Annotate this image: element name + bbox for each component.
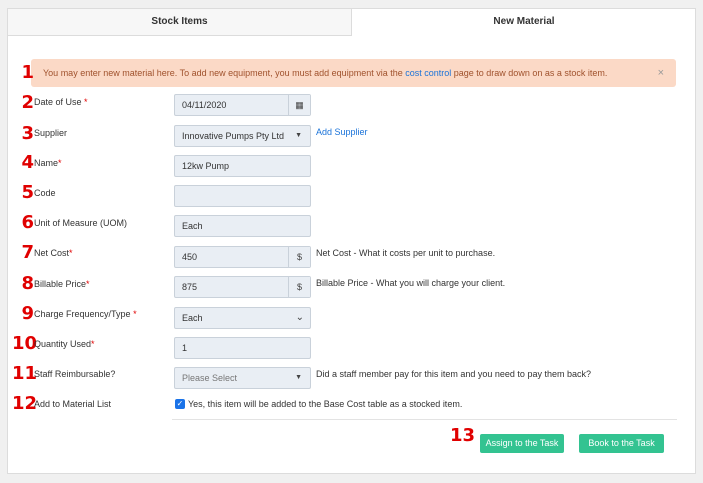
supplier-label: Supplier xyxy=(34,128,68,138)
marker-4: 4 xyxy=(21,152,34,173)
date-label-text: Date of Use xyxy=(34,97,82,107)
net-cost-label-text: Net Cost xyxy=(34,248,70,258)
name-label-text: Name xyxy=(34,158,59,168)
quantity-input[interactable]: 1 xyxy=(174,337,311,359)
tab-new-material[interactable]: New Material xyxy=(353,9,695,36)
billable-price-help: Billable Price - What you will charge yo… xyxy=(316,278,506,288)
qty-label-text: Quantity Used xyxy=(34,339,92,349)
date-value: 04/11/2020 xyxy=(182,100,227,110)
alert-text-before: You may enter new material here. To add … xyxy=(43,68,406,78)
caret-down-icon: ▼ xyxy=(295,132,302,139)
required-mark: * xyxy=(69,248,73,258)
marker-1: 1 xyxy=(21,62,34,83)
divider xyxy=(172,419,677,420)
billable-label-text: Billable Price xyxy=(34,279,87,289)
charge-frequency-label: Charge Frequency/Type * xyxy=(34,309,137,319)
add-material-checkbox-label: Yes, this item will be added to the Base… xyxy=(188,399,463,409)
quantity-label: Quantity Used* xyxy=(34,339,95,349)
net-cost-label: Net Cost* xyxy=(34,248,73,258)
marker-10: 10 xyxy=(12,333,38,354)
charge-value: Each xyxy=(182,313,203,323)
required-mark: * xyxy=(84,97,88,107)
charge-frequency-select[interactable]: Each ⌄ xyxy=(174,307,311,329)
tab-stock-items[interactable]: Stock Items xyxy=(8,9,352,36)
required-mark: * xyxy=(58,158,62,168)
assign-to-task-button[interactable]: Assign to the Task xyxy=(480,434,564,453)
net-cost-input[interactable]: 450 $ xyxy=(174,246,311,268)
code-label: Code xyxy=(34,188,56,198)
uom-input[interactable]: Each xyxy=(174,215,311,237)
new-material-panel: Stock Items New Material You may enter n… xyxy=(7,8,696,474)
code-input[interactable] xyxy=(174,185,311,207)
uom-label: Unit of Measure (UOM) xyxy=(34,218,128,228)
billable-price-input[interactable]: 875 $ xyxy=(174,276,311,298)
billable-price-label: Billable Price* xyxy=(34,279,90,289)
caret-down-icon: ▼ xyxy=(295,374,302,381)
tab-bar: Stock Items New Material xyxy=(8,9,695,36)
chevron-down-icon: ⌄ xyxy=(295,312,304,323)
book-to-task-button[interactable]: Book to the Task xyxy=(579,434,664,453)
required-mark: * xyxy=(133,309,137,319)
staff-reimbursable-select[interactable]: Please Select ▼ xyxy=(174,367,311,389)
add-material-checkbox[interactable]: ✓ xyxy=(175,399,185,409)
charge-label-text: Charge Frequency/Type xyxy=(34,309,131,319)
close-icon[interactable]: × xyxy=(658,59,664,87)
marker-5: 5 xyxy=(21,182,34,203)
date-field[interactable]: 04/11/2020 ▦ xyxy=(174,94,311,116)
name-label: Name* xyxy=(34,158,62,168)
supplier-value: Innovative Pumps Pty Ltd xyxy=(182,131,285,141)
supplier-select[interactable]: Innovative Pumps Pty Ltd ▼ xyxy=(174,125,311,147)
net-cost-help: Net Cost - What it costs per unit to pur… xyxy=(316,248,496,258)
marker-8: 8 xyxy=(21,273,34,294)
add-supplier-link[interactable]: Add Supplier xyxy=(316,127,368,137)
marker-2: 2 xyxy=(21,92,34,113)
required-mark: * xyxy=(86,279,90,289)
name-input[interactable]: 12kw Pump xyxy=(174,155,311,177)
net-cost-value: 450 xyxy=(182,252,198,262)
dollar-addon: $ xyxy=(288,247,310,267)
marker-6: 6 xyxy=(21,212,34,233)
info-alert: You may enter new material here. To add … xyxy=(31,59,676,87)
required-mark: * xyxy=(91,339,95,349)
marker-13: 13 xyxy=(450,425,476,446)
staff-placeholder: Please Select xyxy=(182,373,238,383)
marker-3: 3 xyxy=(21,123,34,144)
staff-reimbursable-label: Staff Reimbursable? xyxy=(34,369,116,379)
staff-reimbursable-help: Did a staff member pay for this item and… xyxy=(316,369,591,379)
billable-value: 875 xyxy=(182,282,198,292)
cost-control-link[interactable]: cost control xyxy=(405,68,451,78)
marker-11: 11 xyxy=(12,363,38,384)
marker-12: 12 xyxy=(12,393,38,414)
marker-7: 7 xyxy=(21,242,34,263)
marker-9: 9 xyxy=(21,303,34,324)
date-label: Date of Use * xyxy=(34,97,88,107)
dollar-addon: $ xyxy=(288,277,310,297)
add-material-list-label: Add to Material List xyxy=(34,399,112,409)
alert-text-after: page to draw down on as a stock item. xyxy=(451,68,608,78)
calendar-icon[interactable]: ▦ xyxy=(288,95,310,115)
